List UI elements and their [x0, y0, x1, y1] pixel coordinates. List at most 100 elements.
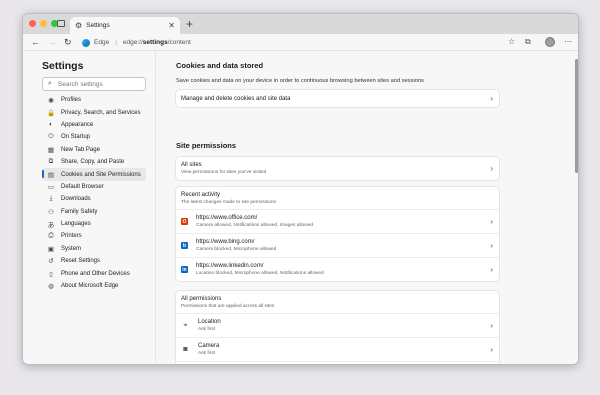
back-button[interactable]: ← [31, 36, 40, 48]
permission-label: Location [198, 319, 221, 325]
sidebar-item[interactable]: 🔒 Privacy, Search, and Services [42, 106, 146, 118]
sidebar-item[interactable]: ▣ System [42, 243, 146, 255]
location-icon: ⌖ [183, 321, 188, 329]
chevron-right-icon: › [490, 321, 493, 330]
refresh-button[interactable]: ↻ [64, 36, 72, 48]
language-icon: あ [47, 222, 55, 230]
profile-avatar[interactable] [545, 37, 555, 47]
manage-cookies-label: Manage and delete cookies and site data [181, 95, 291, 102]
sidebar-item[interactable]: ◐ Appearance [42, 119, 146, 131]
sidebar-item[interactable]: ⧉ Share, Copy, and Paste [42, 156, 146, 168]
chevron-right-icon: › [490, 217, 493, 226]
edge-icon [82, 38, 90, 47]
manage-cookies-row[interactable]: Manage and delete cookies and site data … [176, 90, 499, 107]
chevron-right-icon: › [490, 164, 493, 173]
phone-icon: ▯ [49, 270, 53, 278]
minimize-window-button[interactable] [40, 20, 47, 27]
sidebar-item[interactable]: ⏻ On Startup [42, 131, 146, 143]
all-permissions-title: All permissions [181, 295, 222, 302]
chevron-right-icon: › [490, 94, 493, 103]
recent-site-row[interactable]: Ohttps://www.office.com/Camera allowed, … [176, 209, 499, 233]
sidebar-item[interactable]: ▦ New Tab Page [42, 144, 146, 156]
sidebar-item[interactable]: ⚇ Family Safety [42, 206, 146, 218]
more-menu-button[interactable]: ⋯ [564, 37, 572, 47]
recent-activity-sub: The latest changes made to site permissi… [181, 199, 276, 205]
cookies-heading: Cookies and data stored [176, 61, 264, 70]
forward-button[interactable]: → [48, 36, 57, 48]
search-icon: ⌕ [48, 80, 52, 87]
manage-cookies-card[interactable]: Manage and delete cookies and site data … [176, 90, 499, 107]
search-settings-input[interactable]: ⌕ Search settings [42, 77, 146, 91]
sidebar-item[interactable]: ▭ Default Browser [42, 181, 146, 193]
sidebar-item-label: New Tab Page [61, 146, 100, 153]
sidebar-item[interactable]: ▯ Phone and Other Devices [42, 267, 146, 279]
bing-icon: b [181, 242, 188, 249]
site-permissions-heading: Site permissions [176, 141, 237, 150]
close-window-button[interactable] [29, 20, 36, 27]
sidebar-item-label: Privacy, Search, and Services [61, 109, 141, 116]
tab-settings[interactable]: ⚙ Settings ✕ [70, 17, 180, 34]
recent-activity-card: Recent activity The latest changes made … [176, 187, 499, 281]
recent-site-row[interactable]: b https://www.bing.com/Camera blocked, Mi… [176, 233, 499, 257]
profile-icon: ◉ [48, 97, 54, 105]
cookie-icon: ▤ [47, 171, 55, 179]
permission-text: Camera Ask first [198, 343, 219, 356]
sidebar-item[interactable]: ◉ Profiles [42, 94, 146, 106]
collections-icon[interactable]: ⧉ [525, 37, 531, 47]
window-controls [29, 20, 58, 27]
permission-status: Ask first [198, 351, 216, 356]
site-label: Edge [94, 39, 110, 46]
permission-row[interactable]: ◙ Camera Ask first › [176, 337, 499, 361]
browser-window: ⚙ Settings ✕ + ← → ↻ Edge | edge://setti… [22, 13, 579, 365]
sidebar-item-label: Languages [61, 221, 91, 228]
address-bar[interactable]: Edge | edge://settings/content [82, 36, 502, 49]
permission-status: Ask first [198, 327, 216, 332]
recent-site-row[interactable]: in https://www.linkedin.com/Location bloc… [176, 257, 499, 281]
all-sites-sub: View permissions for sites you've visite… [181, 170, 267, 175]
recent-site-text: https://www.office.com/Camera allowed, N… [196, 215, 313, 228]
favorites-icon[interactable]: ☆ [508, 37, 515, 47]
newtab-icon: ▦ [47, 146, 55, 154]
tab-title: Settings [86, 22, 110, 29]
close-tab-icon[interactable]: ✕ [168, 21, 175, 30]
sidebar-item[interactable]: ⎙ Printers [42, 230, 146, 242]
address-toolbar: ← → ↻ Edge | edge://settings/content ☆ ⧉… [23, 34, 578, 51]
system-icon: ▣ [47, 245, 55, 253]
sidebar-item-label: On Startup [61, 134, 91, 141]
site-url: https://www.office.com/ [196, 215, 258, 221]
linkedin-icon: in [181, 266, 188, 273]
search-placeholder: Search settings [57, 80, 103, 88]
office-icon: O [181, 218, 188, 225]
sidebar-item[interactable]: ⤓ Downloads [42, 193, 146, 205]
scrollbar[interactable] [575, 59, 578, 173]
sidebar-nav: ◉ Profiles 🔒 Privacy, Search, and Services ◐… [42, 94, 146, 292]
permission-row[interactable]: 🎙Microphone› [176, 361, 499, 364]
all-permissions-card: All permissions Permissions that are app… [176, 291, 499, 364]
all-permissions-header: All permissions Permissions that are app… [176, 291, 499, 313]
tab-actions-icon[interactable] [57, 20, 65, 27]
printer-icon: ⎙ [48, 232, 54, 240]
palette-icon: ◐ [49, 121, 53, 129]
sidebar-item[interactable]: あ Languages [42, 218, 146, 230]
sidebar-item[interactable]: ↺ Reset Settings [42, 255, 146, 267]
all-permissions-sub: Permissions that are applied across all … [181, 303, 275, 309]
recent-site-text: https://www.bing.com/Camera blocked, Mic… [196, 239, 276, 252]
recent-activity-title: Recent activity [181, 191, 221, 198]
chevron-right-icon: › [490, 265, 493, 274]
recent-activity-header: Recent activity The latest changes made … [176, 187, 499, 209]
all-sites-card[interactable]: All sites View permissions for sites you… [176, 157, 499, 180]
lock-icon: 🔒 [47, 109, 56, 117]
all-sites-row[interactable]: All sites View permissions for sites you… [176, 157, 499, 180]
sidebar-item[interactable]: ◍ About Microsoft Edge [42, 280, 146, 292]
site-permission-detail: Camera allowed, Notifications allowed, I… [196, 223, 314, 228]
browser-icon: ▭ [47, 183, 55, 191]
sidebar-item-label: Profiles [61, 97, 82, 104]
sidebar-item[interactable]: ▤ Cookies and Site Permissions [42, 168, 146, 181]
settings-content: Settings ⌕ Search settings ◉ Profiles 🔒 Pri… [23, 51, 578, 364]
sidebar-item-label: Downloads [61, 196, 91, 203]
new-tab-button[interactable]: + [186, 16, 193, 32]
recent-site-text: https://www.linkedin.com/Location blocke… [196, 263, 324, 276]
permission-row[interactable]: ⌖ Location Ask first › [176, 313, 499, 337]
sidebar-item-label: Printers [61, 233, 82, 240]
permission-label: Camera [198, 343, 220, 349]
